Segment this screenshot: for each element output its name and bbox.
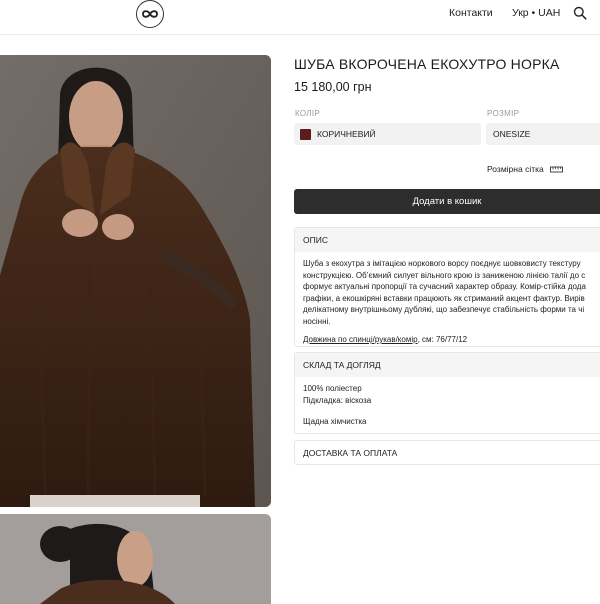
length-link[interactable]: Довжина по спинці/рукав/комір xyxy=(303,335,418,344)
color-label: КОЛІР xyxy=(295,109,321,118)
ruler-icon xyxy=(549,166,563,172)
site-header: Контакти Укр • UAH xyxy=(0,0,600,35)
care-accordion-header[interactable]: СКЛАД ТА ДОГЛЯД xyxy=(295,353,600,377)
description-line: Шуба з екохутра з імітацією норкового во… xyxy=(303,259,581,268)
color-selector[interactable]: КОРИЧНЕВИЙ xyxy=(294,123,481,145)
search-icon[interactable] xyxy=(573,6,587,20)
shipping-accordion-header[interactable]: ДОСТАВКА ТА ОПЛАТА xyxy=(295,441,600,465)
infinity-logo-icon xyxy=(142,10,158,18)
language-currency-selector[interactable]: Укр • UAH xyxy=(512,7,560,19)
add-to-cart-label: Додати в кошик xyxy=(412,196,482,207)
care-lining: Підкладка: віскоза xyxy=(303,395,372,405)
product-title: ШУБА ВКОРОЧЕНА ЕКОХУТРО НОРКА xyxy=(294,56,560,72)
description-accordion-header[interactable]: ОПИС xyxy=(295,228,600,252)
size-selector[interactable]: ONESIZE xyxy=(486,123,600,145)
model-profile-image xyxy=(0,514,271,604)
description-accordion: ОПИС Шуба з екохутра з імітацією норково… xyxy=(294,227,600,347)
size-label: РОЗМІР xyxy=(487,109,520,118)
product-price: 15 180,00 грн xyxy=(294,80,372,94)
product-photo-secondary[interactable] xyxy=(0,514,271,604)
care-composition: 100% поліестер xyxy=(303,384,362,393)
description-body: Шуба з екохутра з імітацією норкового во… xyxy=(295,252,600,352)
brand-logo[interactable] xyxy=(136,0,164,28)
color-value: КОРИЧНЕВИЙ xyxy=(317,129,376,139)
description-line: формує актуальні пропорції та сучасний х… xyxy=(303,282,586,291)
care-cleaning: Щадна хімчистка xyxy=(303,417,367,426)
size-value: ONESIZE xyxy=(493,129,531,139)
care-body: 100% поліестер Підкладка: віскоза Щадна … xyxy=(295,377,600,434)
shipping-accordion: ДОСТАВКА ТА ОПЛАТА xyxy=(294,440,600,465)
model-in-fur-coat-image xyxy=(0,55,271,507)
size-chart-label: Розмірна сітка xyxy=(487,164,544,174)
description-line: делікатному внутрішньому дублякі, що заб… xyxy=(303,305,585,314)
add-to-cart-button[interactable]: Додати в кошик xyxy=(294,189,600,214)
description-line: носінні. xyxy=(303,316,331,326)
product-photo-main[interactable] xyxy=(0,55,271,507)
length-info: Довжина по спинці/рукав/комір, см: 76/77… xyxy=(303,334,599,346)
description-line: графіки, а екошкіряні вставки працюють я… xyxy=(303,293,585,303)
care-accordion: СКЛАД ТА ДОГЛЯД 100% поліестер Підкладка… xyxy=(294,352,600,434)
length-value: , см: 76/77/12 xyxy=(417,335,468,344)
nav-contacts-link[interactable]: Контакти xyxy=(449,7,493,19)
size-chart-link[interactable]: Розмірна сітка xyxy=(487,164,563,174)
color-swatch xyxy=(300,128,311,140)
description-line: конструкцією. Об’ємний силует вільного к… xyxy=(303,270,586,280)
